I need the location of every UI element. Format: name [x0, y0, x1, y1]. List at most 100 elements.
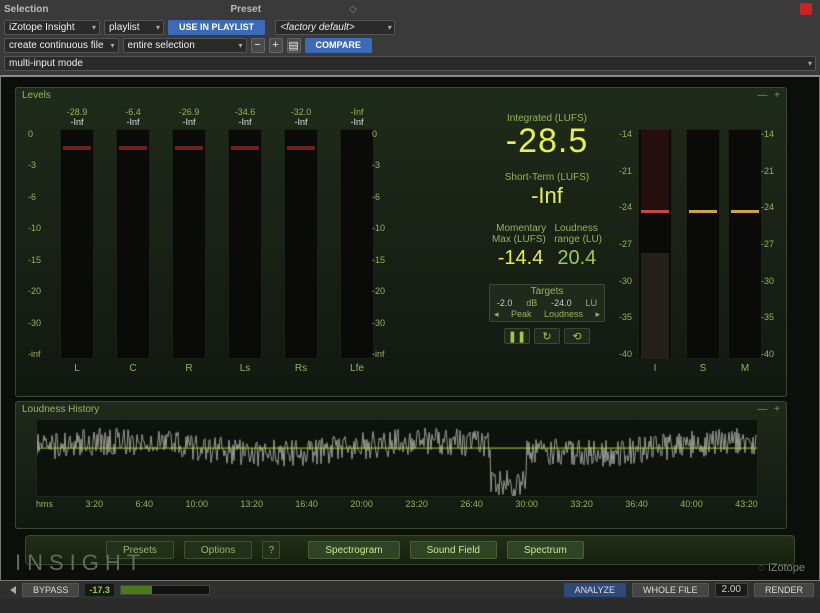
t-tick: 6:40 [135, 499, 153, 509]
big-meter-M[interactable] [728, 129, 762, 359]
spectrogram-tab[interactable]: Spectrogram [308, 541, 399, 559]
levels-title: Levels [22, 90, 51, 101]
bypass-button[interactable]: BYPASS [22, 583, 79, 597]
loop-button[interactable]: ⟲ [564, 328, 590, 344]
t-tick: 40:00 [680, 499, 703, 509]
scale-tick: 0 [28, 129, 41, 139]
t-tick: 26:40 [460, 499, 483, 509]
levels-scale-left: 0 -3 -6 -10 -15 -20 -30 -inf [28, 129, 41, 359]
footer-level-meter [120, 585, 210, 595]
meter-bar[interactable] [284, 129, 318, 359]
preset-chevrons-icon[interactable]: ◇ [349, 4, 357, 15]
target-loud-label: Loudness [544, 309, 583, 320]
meter-pk: -Inf [70, 117, 83, 127]
compare-button[interactable]: COMPARE [305, 38, 372, 53]
host-row2b: create continuous file entire selection … [0, 36, 820, 54]
meter-tp: -26.9 [179, 107, 200, 117]
target-peak-label: Peak [511, 309, 532, 320]
targets-bottom-row[interactable]: Peak Loudness [490, 308, 604, 321]
scale-tick: -3 [372, 160, 385, 170]
meter-bar[interactable] [116, 129, 150, 359]
levels-window-buttons: — + [753, 90, 780, 101]
scale-tick: -10 [372, 223, 385, 233]
scale-tick: -20 [28, 286, 41, 296]
entire-selection-select[interactable]: entire selection [123, 38, 247, 53]
whole-file-button[interactable]: WHOLE FILE [632, 583, 709, 597]
scale-tick: -35 [619, 312, 632, 322]
ch-label: L [74, 363, 80, 374]
meter-Ls: -34.6-InfLs [226, 107, 264, 374]
scale-tick: -30 [372, 318, 385, 328]
sound-field-tab[interactable]: Sound Field [410, 541, 497, 559]
lhist-min-icon[interactable]: — [757, 404, 767, 415]
meter-bar[interactable] [60, 129, 94, 359]
scale-tick: -6 [372, 192, 385, 202]
yel-mark [689, 210, 717, 213]
meter-tp: -6.4 [125, 107, 141, 117]
options-button[interactable]: Options [184, 541, 252, 559]
analyze-button[interactable]: ANALYZE [564, 583, 626, 597]
meter-bar[interactable] [172, 129, 206, 359]
scale-tick: -27 [761, 239, 774, 249]
loudness-range-value: 20.4 [557, 247, 596, 270]
preset-plus-button[interactable]: + [269, 38, 283, 53]
big-meter-I-label: I [638, 363, 672, 374]
preset-save-icon[interactable]: ▤ [287, 38, 301, 53]
meter-bar[interactable] [228, 129, 262, 359]
levels-max-icon[interactable]: + [774, 90, 780, 101]
ch-label: Lfe [350, 363, 364, 374]
t-tick: 13:20 [240, 499, 263, 509]
target-loud-val: -24.0 [551, 298, 572, 308]
help-button[interactable]: ? [262, 541, 280, 559]
momentary-label2: Loudness [554, 223, 597, 234]
scale-tick: -15 [372, 255, 385, 265]
host-topbar: Selection Preset ◇ iZotope Insight playl… [0, 0, 820, 75]
meter-bar[interactable] [340, 129, 374, 359]
target-peak-unit: dB [526, 298, 537, 308]
red-mark [641, 210, 669, 213]
t-tick: 20:00 [350, 499, 373, 509]
create-continuous-select[interactable]: create continuous file [4, 38, 119, 53]
scale-tick: -40 [619, 349, 632, 359]
speaker-icon[interactable] [10, 586, 16, 594]
scale-tick: -6 [28, 192, 41, 202]
plugin-select[interactable]: iZotope Insight [4, 20, 100, 35]
levels-title-bar: Levels — + [16, 88, 786, 103]
render-button[interactable]: RENDER [754, 583, 814, 597]
meter-L: -28.9-InfL [58, 107, 96, 374]
scale-tick: -21 [761, 166, 774, 176]
seconds-field[interactable]: 2.00 [715, 583, 748, 597]
big-meter-I[interactable] [638, 129, 672, 359]
factory-default-select[interactable]: <factory default> [275, 20, 395, 35]
lhist-max-icon[interactable]: + [774, 404, 780, 415]
lhist-chart[interactable]: LUFS -10 -20 -30 -40 -60 [36, 419, 758, 497]
host-row1: Selection Preset ◇ [0, 0, 820, 18]
meter-pk: -Inf [294, 117, 307, 127]
meter-C: -6.4-InfC [114, 107, 152, 374]
meter-tp: -32.0 [291, 107, 312, 117]
ch-label: Rs [295, 363, 307, 374]
close-icon[interactable] [800, 3, 812, 15]
multi-input-select[interactable]: multi-input mode [4, 56, 816, 71]
pause-button[interactable]: ❚❚ [504, 328, 530, 344]
scale-tick: -24 [761, 202, 774, 212]
host-row2: iZotope Insight playlist USE IN PLAYLIST… [0, 18, 820, 36]
levels-min-icon[interactable]: — [757, 90, 767, 101]
preset-minus-button[interactable]: − [251, 38, 265, 53]
targets-title: Targets [490, 285, 604, 298]
levels-body: 0 -3 -6 -10 -15 -20 -30 -inf -28.9-InfL … [22, 103, 780, 383]
scale-tick: -30 [619, 276, 632, 286]
plugin-frame: Levels — + 0 -3 -6 -10 -15 -20 -30 -inf … [0, 75, 820, 581]
host-footer: BYPASS -17.3 ANALYZE WHOLE FILE 2.00 REN… [0, 581, 820, 599]
spectrum-tab[interactable]: Spectrum [507, 541, 584, 559]
scale-tick: -24 [619, 202, 632, 212]
big-meter-S[interactable] [686, 129, 720, 359]
target-loud-unit: LU [586, 298, 598, 308]
reset-button[interactable]: ↻ [534, 328, 560, 344]
scale-tick: -20 [372, 286, 385, 296]
scale-tick: -30 [761, 276, 774, 286]
playlist-select[interactable]: playlist [104, 20, 164, 35]
use-in-playlist-button[interactable]: USE IN PLAYLIST [168, 20, 265, 35]
targets-box[interactable]: Targets -2.0 dB -24.0 LU Peak Loudness [489, 284, 605, 322]
scale-tick: -27 [619, 239, 632, 249]
